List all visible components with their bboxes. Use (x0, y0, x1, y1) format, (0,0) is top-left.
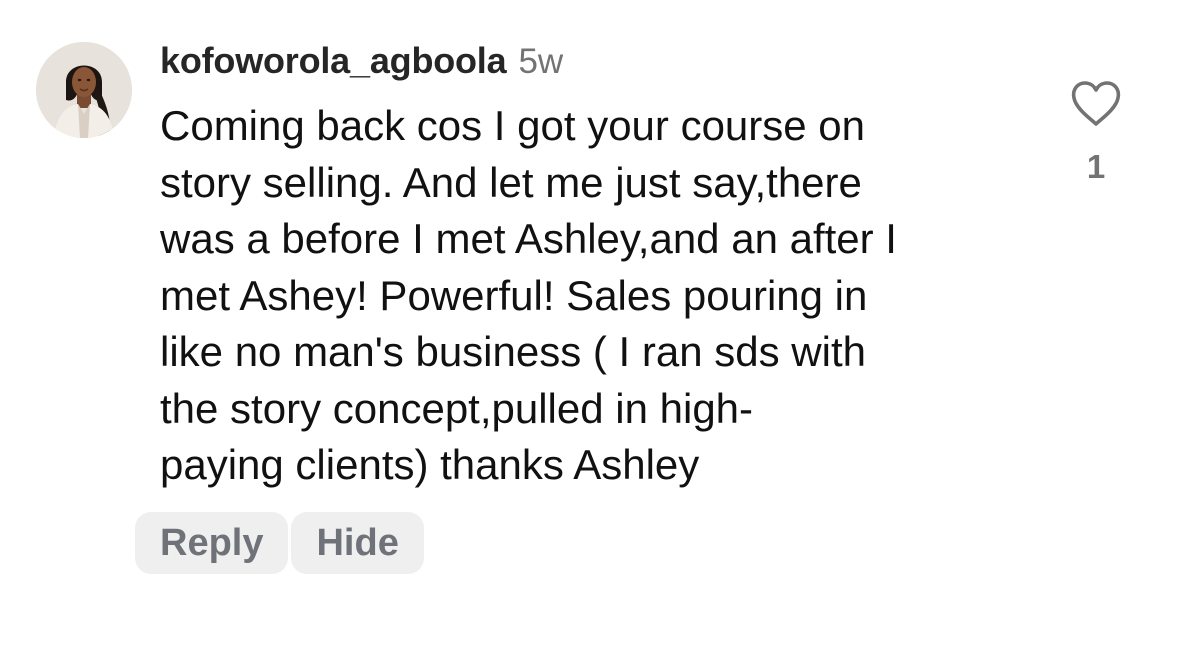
hide-button[interactable]: Hide (291, 512, 424, 574)
comment-text-line: Coming back cos I got your course on (160, 102, 866, 149)
comment-text-line: the story concept,pulled in high- (160, 384, 754, 432)
comment-text: Coming back cos I got your course on sto… (160, 98, 1040, 494)
comment-text-line: met Ashey! Powerful! Sales pouring in (160, 271, 868, 319)
comment-text-line: paying clients) thanks Ashley (160, 441, 700, 488)
reply-button[interactable]: Reply (135, 512, 289, 574)
like-count: 1 (1086, 148, 1106, 185)
profile-photo (36, 42, 132, 138)
comment-text-line: like no man's business ( I ran sds with (160, 328, 866, 375)
timestamp[interactable]: 5w (518, 42, 563, 82)
heart-outline-icon[interactable] (1070, 80, 1122, 128)
comment-text-line: was a before I met Ashley,and an after I (160, 215, 897, 262)
username[interactable]: kofoworola_agboola (160, 40, 507, 82)
comment-actions: Reply Hide (135, 512, 424, 574)
comment-header: kofoworola_agboola 5w (160, 40, 563, 90)
comment-item: kofoworola_agboola 5w Coming back cos I … (0, 0, 1179, 648)
comment-text-line: story selling. And let me just say,there (160, 158, 862, 206)
like-section: 1 (1060, 80, 1132, 186)
avatar[interactable] (36, 42, 132, 138)
